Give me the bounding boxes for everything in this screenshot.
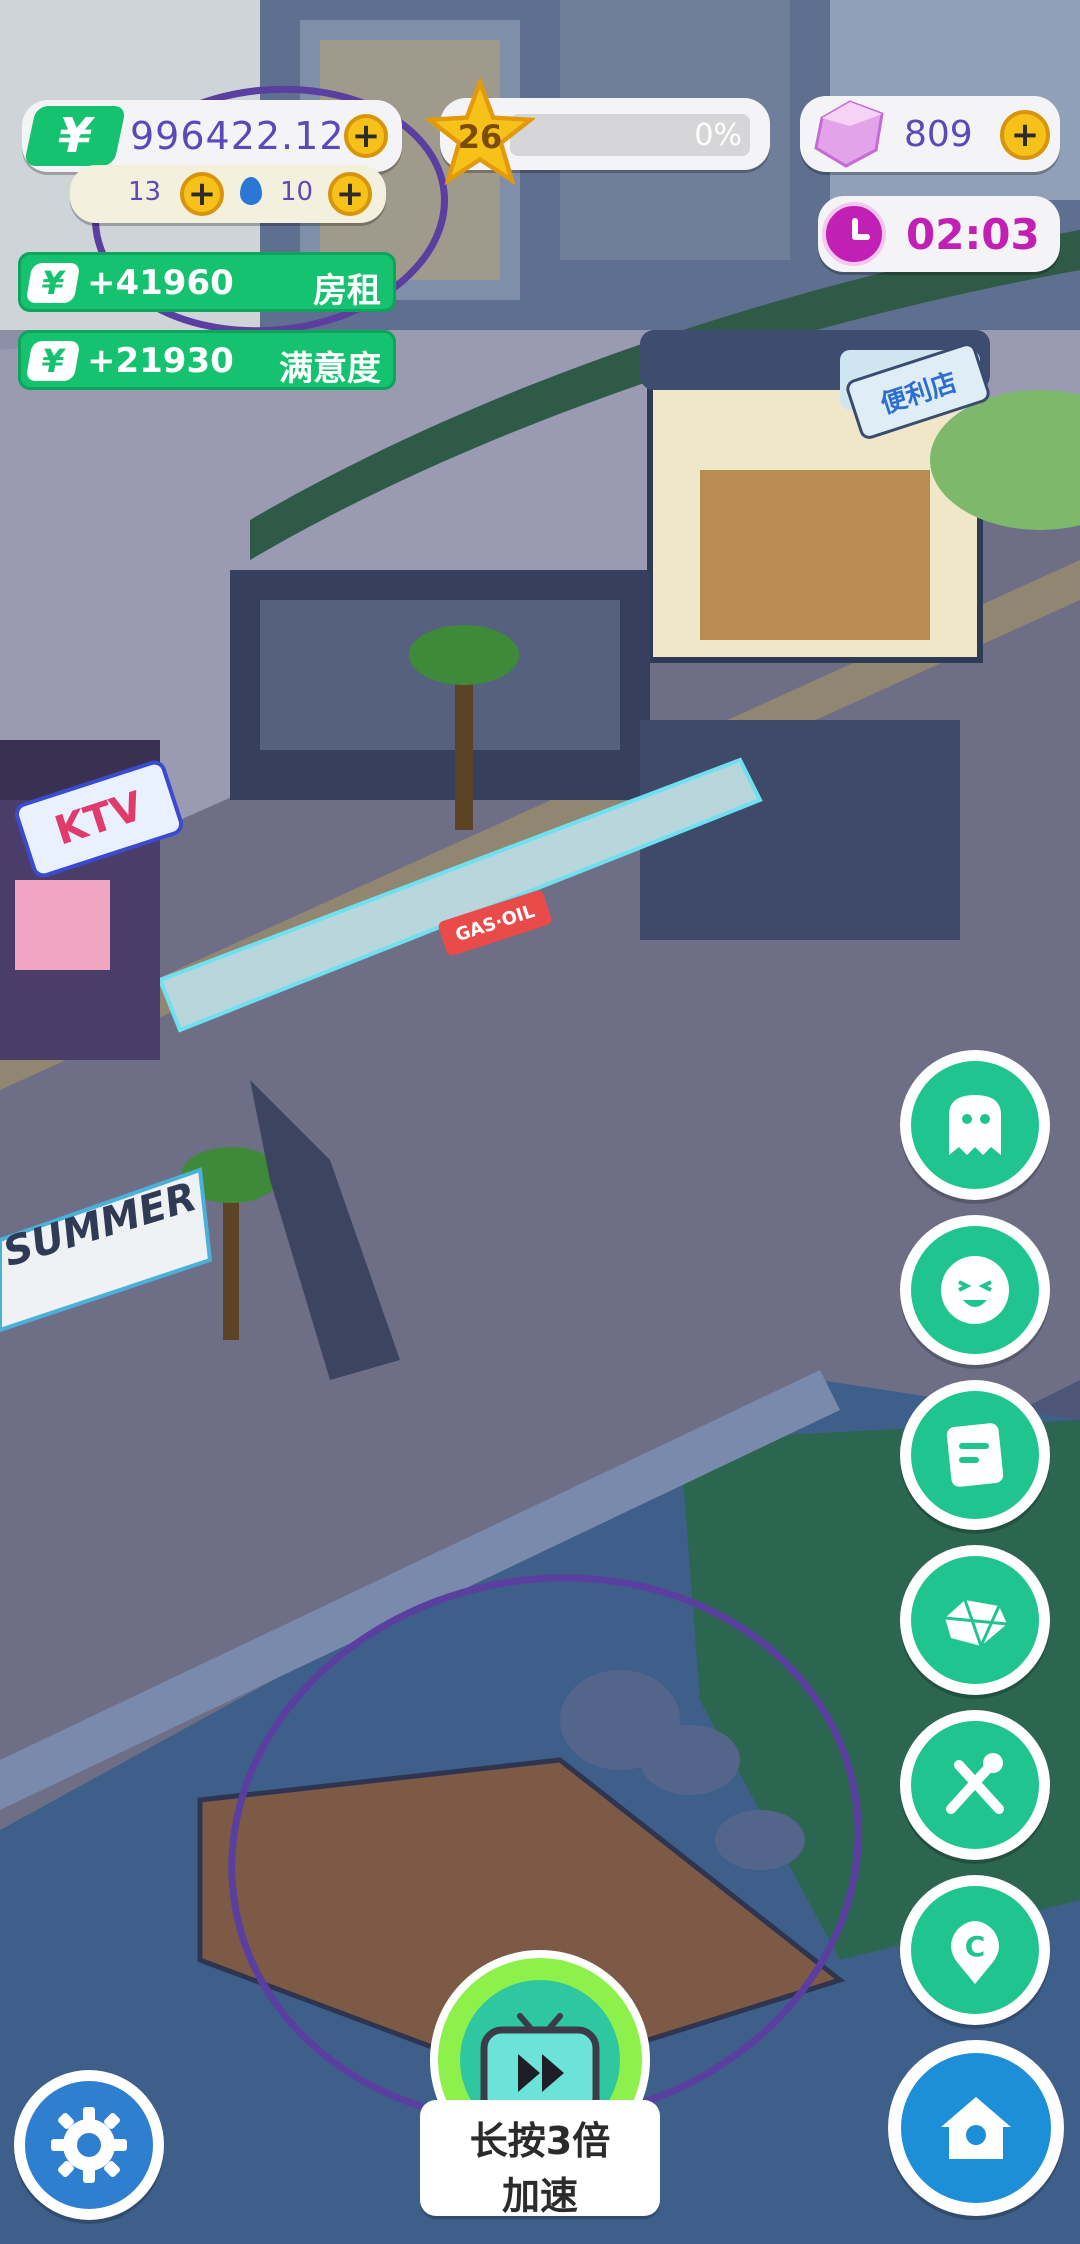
note-icon [946, 1423, 1004, 1487]
gem-icon [944, 1599, 1008, 1647]
gem-shop-button[interactable] [900, 1545, 1050, 1695]
satisfaction-income-bar: ¥ +21930 满意度 [18, 330, 396, 390]
ghost-button[interactable] [900, 1050, 1050, 1200]
speed-up-label-line2: 加速 [501, 2174, 578, 2218]
coin-location-button[interactable]: C [900, 1875, 1050, 2025]
rent-income-bar: ¥ +41960 房租 [18, 252, 396, 312]
resource-panel: 13 + 10 + [70, 165, 386, 223]
smile-icon [941, 1256, 1009, 1324]
add-resource-b-button[interactable]: + [328, 172, 372, 216]
home-button[interactable] [888, 2040, 1064, 2216]
tools-button[interactable] [900, 1710, 1050, 1860]
satisfaction-income-label: 满意度 [279, 349, 381, 389]
smile-button[interactable] [900, 1215, 1050, 1365]
add-gem-button[interactable]: + [1000, 110, 1050, 160]
resource-a-value: 13 [128, 177, 162, 207]
timer-panel[interactable]: 02:03 [818, 196, 1060, 272]
svg-text:C: C [965, 1930, 986, 1963]
yen-icon: ¥ [23, 106, 127, 166]
ghost-icon [949, 1095, 1001, 1155]
coin-location-icon: C [951, 1921, 999, 1984]
gem-panel: 809 + [800, 96, 1060, 172]
yen-icon: ¥ [25, 263, 81, 303]
clock-icon [822, 202, 886, 266]
level-number: 26 [457, 118, 503, 156]
tools-icon [946, 1753, 1004, 1814]
timer-value: 02:03 [906, 210, 1040, 259]
notes-button[interactable] [900, 1380, 1050, 1530]
add-resource-a-button[interactable]: + [180, 172, 224, 216]
resource-b-value: 10 [280, 177, 314, 207]
store-sign-text: 便利店 [877, 367, 961, 420]
level-progress-label: 0% [694, 118, 742, 153]
speed-up-label-box: 长按3倍 加速 [420, 2100, 660, 2218]
gem-count: 809 [904, 114, 973, 155]
gem-icon [814, 100, 884, 168]
yen-icon: ¥ [25, 341, 81, 381]
speed-up-label-line1: 长按3倍 [469, 2119, 611, 2163]
level-star-icon: 26 [425, 78, 535, 188]
home-icon [941, 2097, 1011, 2159]
satisfaction-income-amount: +21930 [87, 341, 234, 381]
water-drop-icon [240, 177, 262, 205]
rent-income-amount: +41960 [87, 263, 234, 303]
settings-button[interactable] [14, 2070, 164, 2220]
rent-income-label: 房租 [313, 271, 381, 311]
speed-up-button[interactable]: 长按3倍 加速 [420, 1950, 660, 2220]
gear-icon [51, 2107, 127, 2183]
add-money-button[interactable]: + [344, 114, 388, 158]
ktv-sign-text: KTV [49, 783, 149, 855]
money-panel: ¥ 996422.12 + [22, 100, 402, 172]
money-value: 996422.12 [130, 114, 345, 158]
